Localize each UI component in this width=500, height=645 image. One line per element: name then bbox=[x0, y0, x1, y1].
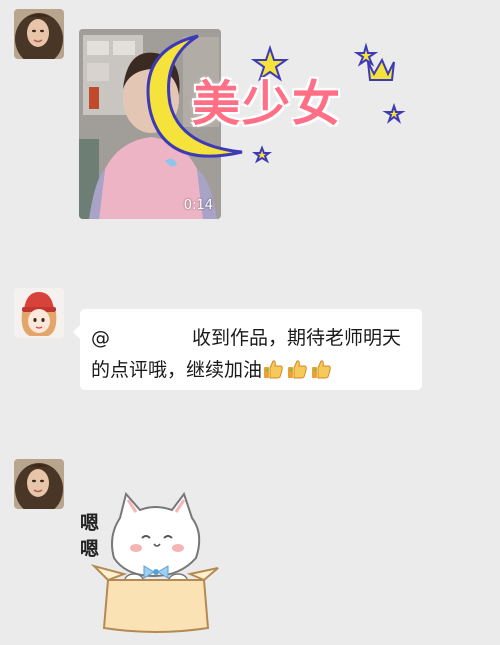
message-line-2: 的点评哦，继续加油 bbox=[91, 355, 334, 385]
text-message-bubble[interactable]: @ 收到作品，期待老师明天 的点评哦，继续加油 bbox=[73, 309, 422, 390]
video-duration: 0:14 bbox=[183, 198, 213, 213]
sticker-text: 美少女 bbox=[192, 76, 343, 132]
message-text-1: 收到作品，期待老师明天 bbox=[192, 327, 402, 349]
thumbs-up-icon bbox=[264, 360, 283, 379]
mention-symbol: @ bbox=[91, 327, 110, 349]
avatar-curly-hair[interactable] bbox=[14, 459, 64, 509]
message-line-1: @ 收到作品，期待老师明天 bbox=[91, 323, 401, 350]
cat-in-box-icon bbox=[90, 491, 219, 633]
cat-sticker[interactable]: 嗯嗯 bbox=[80, 488, 230, 638]
moon-sticker-overlay: 美少女 bbox=[130, 20, 420, 170]
thumbs-up-icon bbox=[288, 360, 307, 379]
avatar-red-hat-girl[interactable] bbox=[14, 288, 64, 338]
avatar-curly-hair[interactable] bbox=[14, 9, 64, 59]
message-text-2: 的点评哦，继续加油 bbox=[91, 359, 263, 381]
thumbs-up-icon bbox=[312, 360, 331, 379]
thumbs-up-group bbox=[262, 358, 334, 385]
